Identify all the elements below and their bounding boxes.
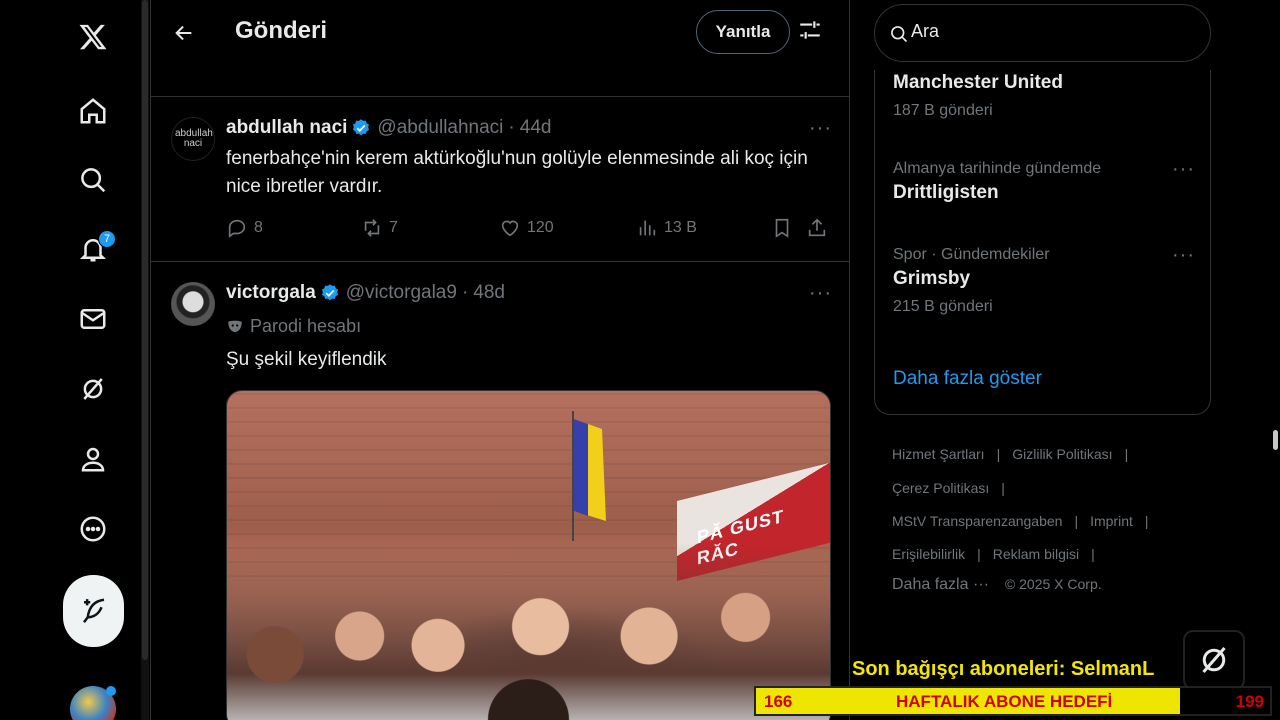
- footer-transparency-link[interactable]: MStV Transparenzangaben: [892, 513, 1062, 529]
- goal-current: 166: [764, 692, 793, 711]
- tweet-header: victorgala @victorgala9 · 48d: [226, 282, 505, 304]
- tweet-more-icon[interactable]: ···: [809, 117, 831, 139]
- like-count: 120: [527, 219, 554, 236]
- trend-count: 215 B gönderi: [893, 298, 993, 315]
- page-scrollbar[interactable]: [1271, 0, 1280, 720]
- heart-icon: [501, 220, 519, 237]
- media-crowd: [227, 543, 830, 720]
- footer-privacy-link[interactable]: Gizlilik Politikası: [1012, 446, 1112, 462]
- reply-action[interactable]: 8: [226, 217, 263, 239]
- tweet-time[interactable]: 48d: [473, 282, 505, 304]
- home-icon[interactable]: [64, 82, 122, 140]
- main-column: Gönderi Yanıtla abdullah naci abdullah n…: [150, 0, 850, 720]
- footer-cookies-link[interactable]: Çerez Politikası: [892, 480, 989, 496]
- trend-name: Drittligisten: [893, 182, 999, 203]
- trend-name: Grimsby: [893, 268, 971, 289]
- weekly-sub-goal-bar: 166 HAFTALIK ABONE HEDEFİ 199: [754, 686, 1272, 716]
- repost-icon: [364, 219, 380, 237]
- trend-count: 187 B gönderi: [893, 102, 993, 119]
- left-nav: 7: [0, 0, 150, 720]
- profile-icon[interactable]: [64, 430, 122, 488]
- trends-panel: Manchester United 187 B gönderi Almanya …: [874, 70, 1211, 415]
- author-name[interactable]: victorgala: [226, 282, 316, 304]
- trend-more-icon[interactable]: ···: [1172, 158, 1195, 181]
- footer-terms-link[interactable]: Hizmet Şartları: [892, 446, 985, 462]
- page-title: Gönderi: [235, 17, 328, 44]
- tweet-abdullahnaci[interactable]: abdullah naci abdullah naci @abdullahnac…: [151, 96, 849, 261]
- media-flag: [572, 411, 606, 541]
- footer-imprint-link[interactable]: Imprint: [1090, 513, 1133, 529]
- tweet-victorgala[interactable]: victorgala @victorgala9 · 48d ··· Parodi…: [151, 261, 849, 720]
- back-arrow-icon[interactable]: [169, 18, 199, 48]
- tweet-time[interactable]: 44d: [520, 117, 552, 139]
- tweet-avatar[interactable]: abdullah naci: [171, 117, 215, 161]
- like-action[interactable]: 120: [499, 217, 554, 239]
- more-options-icon[interactable]: [64, 500, 122, 558]
- repost-action[interactable]: 7: [361, 217, 398, 239]
- trend-context: Spor · Gündemdekiler: [893, 246, 1050, 263]
- post-header: Gönderi Yanıtla: [151, 0, 849, 66]
- nav-scrollbar[interactable]: [141, 0, 149, 720]
- repost-count: 7: [389, 219, 398, 236]
- dot-separator: ·: [508, 117, 515, 138]
- footer-copyright: © 2025 X Corp.: [1004, 576, 1102, 592]
- avatar-logo-text: abdullah naci: [175, 128, 213, 149]
- notification-count-badge: 7: [98, 230, 116, 248]
- trend-item[interactable]: Manchester United 187 B gönderi: [893, 72, 1193, 120]
- tweet-more-icon[interactable]: ···: [809, 282, 831, 304]
- show-more-link[interactable]: Daha fazla göster: [893, 368, 1042, 390]
- reply-icon: [228, 219, 246, 238]
- notifications-bell-icon[interactable]: 7: [64, 220, 122, 278]
- verified-badge-icon: [321, 284, 338, 301]
- search-icon: [891, 26, 908, 43]
- parody-text: Parodi hesabı: [250, 316, 362, 336]
- tweet-avatar[interactable]: [171, 282, 215, 326]
- verified-badge-icon: [353, 119, 370, 136]
- reply-count: 8: [254, 219, 263, 236]
- trend-context: Almanya tarihinde gündemde: [893, 160, 1102, 177]
- tweet-actions: 8 7 120 13 B: [226, 217, 836, 245]
- parody-label: Parodi hesabı: [226, 316, 361, 337]
- tweet-header: abdullah naci @abdullahnaci · 44d: [226, 117, 551, 139]
- right-sidebar: Ara Manchester United 187 B gönderi Alma…: [850, 0, 1280, 720]
- view-count: 13 B: [664, 219, 697, 236]
- search-box[interactable]: Ara: [874, 4, 1211, 62]
- footer-accessibility-link[interactable]: Erişilebilirlik: [892, 546, 965, 562]
- reply-settings-icon[interactable]: [797, 17, 827, 47]
- reply-button[interactable]: Yanıtla: [696, 10, 790, 54]
- tweet-text: fenerbahçe'nin kerem aktürkoğlu'nun golü…: [226, 148, 808, 197]
- footer-ads-info-link[interactable]: Reklam bilgisi: [993, 546, 1079, 562]
- compose-post-button[interactable]: [63, 575, 124, 647]
- grok-icon[interactable]: [64, 360, 122, 418]
- explore-search-icon[interactable]: [64, 151, 122, 209]
- bookmark-icon[interactable]: [771, 217, 799, 239]
- x-logo-icon[interactable]: [64, 8, 122, 66]
- author-name[interactable]: abdullah naci: [226, 117, 347, 139]
- messages-envelope-icon[interactable]: [64, 290, 122, 348]
- trend-item[interactable]: Almanya tarihinde gündemde Drittligisten…: [893, 158, 1195, 204]
- author-handle[interactable]: @victorgala9: [346, 282, 457, 304]
- views-action[interactable]: 13 B: [636, 217, 697, 239]
- trend-name: Manchester United: [893, 72, 1063, 93]
- analytics-bars-icon: [639, 220, 656, 236]
- trend-item[interactable]: Spor · Gündemdekiler Grimsby 215 B gönde…: [893, 244, 1195, 316]
- goal-target: 199: [1235, 692, 1264, 711]
- trend-more-icon[interactable]: ···: [1172, 244, 1195, 267]
- footer-more-link[interactable]: Daha fazla ···: [892, 576, 989, 594]
- tweet-text: Şu şekil keyiflendik: [226, 349, 387, 370]
- goal-label: HAFTALIK ABONE HEDEFİ: [896, 692, 1113, 711]
- grok-overlay-icon: [1183, 630, 1245, 690]
- tweet-video-media[interactable]: PĂ GUST RĂC: [226, 390, 831, 720]
- parody-mask-icon: [228, 320, 242, 332]
- feather-plus-icon: [82, 598, 104, 623]
- share-icon[interactable]: [806, 217, 834, 239]
- author-handle[interactable]: @abdullahnaci: [377, 117, 503, 139]
- account-avatar[interactable]: [70, 686, 116, 720]
- search-input[interactable]: Ara: [911, 21, 939, 42]
- dot-separator: ·: [461, 282, 469, 303]
- last-donor-text: Son bağışçı aboneleri: SelmanL: [852, 658, 1155, 680]
